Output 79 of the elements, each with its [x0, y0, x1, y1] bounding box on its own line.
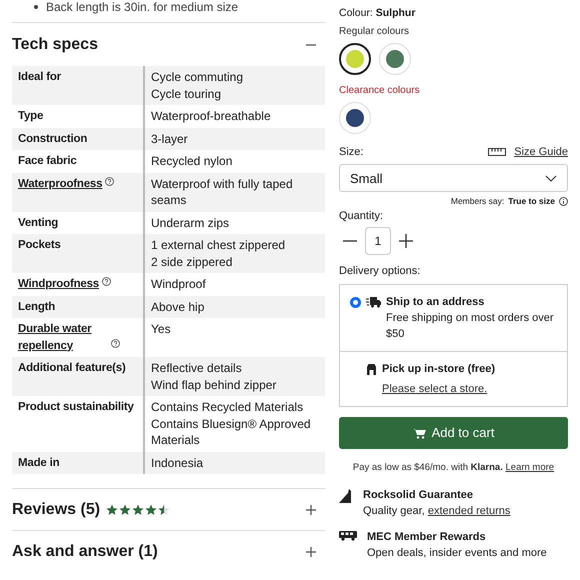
financing-text: Pay as low as $46/mo. with Klarna. [352, 462, 503, 473]
spec-value: Indonesia [151, 454, 204, 471]
help-icon[interactable] [105, 176, 114, 186]
help-icon[interactable] [102, 277, 111, 286]
section-heading[interactable]: Reviews (5) [12, 500, 100, 520]
star-icon [158, 504, 170, 516]
help-icon[interactable] [111, 338, 120, 348]
delivery-label: Delivery options: [339, 264, 422, 278]
spec-value: Cycle commuting [151, 69, 244, 86]
cart-icon [412, 428, 426, 438]
chevron-down-icon [545, 174, 557, 182]
perk-title: MEC Member Rewards [367, 530, 487, 546]
size-dropdown[interactable]: Small [339, 164, 568, 192]
ruler-icon [488, 148, 506, 156]
spec-label: Type [18, 110, 44, 122]
expand-icon[interactable] [305, 504, 317, 516]
spec-value: 2 side zippered [151, 254, 234, 270]
perk-text: Open deals, insider events and more [367, 546, 547, 562]
quantity-field[interactable]: 1 [365, 226, 391, 254]
fit-rating: True to size [508, 195, 555, 208]
spec-value: Waterproof with fully taped seams [151, 176, 294, 208]
star-icon [106, 504, 118, 516]
colour-swatch[interactable] [339, 42, 371, 75]
section-heading[interactable]: Tech specs [12, 34, 98, 54]
info-icon[interactable] [559, 197, 568, 206]
colour-label: Colour: Sulphur [339, 6, 416, 21]
spec-label: Made in [18, 456, 60, 468]
expand-icon[interactable] [305, 546, 317, 558]
spec-link[interactable]: Windproofness [18, 276, 99, 292]
bus-icon [339, 531, 357, 542]
delivery-option-title: Pick up in-store (free) [382, 362, 496, 377]
spec-value: Contains Bluesign® Approved Materials [151, 416, 312, 448]
spec-label: Construction [18, 132, 88, 144]
star-icon [119, 504, 132, 516]
spec-value: Windproof [151, 276, 207, 292]
store-icon [366, 363, 377, 375]
colour-group-label: Clearance colours [339, 84, 421, 98]
colour-group-label: Regular colours [339, 24, 410, 39]
learn-more-link[interactable]: Learn more [506, 462, 554, 473]
size-guide-link[interactable]: Size Guide [514, 144, 568, 160]
spec-value: Cycle touring [151, 86, 222, 102]
spec-value: Yes [151, 321, 172, 338]
delivery-option-detail: Free shipping on most orders over $50 [386, 311, 555, 342]
spec-link[interactable]: Durable water repellency [18, 321, 108, 354]
select-store-link[interactable]: Please select a store. [382, 381, 488, 397]
spec-value: Above hip [151, 298, 206, 315]
spec-value: 3-layer [151, 130, 189, 147]
bullet-icon [34, 5, 38, 9]
radio-button[interactable] [350, 297, 361, 308]
minus-icon [343, 240, 357, 242]
plus-icon [399, 234, 413, 248]
size-label: Size: [339, 144, 364, 160]
star-icon [132, 504, 144, 516]
spec-label: Venting [18, 216, 58, 228]
perk-text: Quality gear, [363, 505, 425, 518]
mountain-icon [339, 489, 353, 504]
members-say-label: Members say: [450, 195, 504, 208]
spec-value: Recycled nylon [151, 153, 234, 170]
spec-label: Pockets [18, 239, 61, 251]
truck-icon [366, 296, 381, 308]
spec-value: Underarm zips [151, 214, 230, 231]
spec-label: Face fabric [18, 155, 77, 167]
spec-label: Ideal for [18, 71, 61, 83]
spec-label: Additional feature(s) [18, 362, 126, 374]
star-icon [145, 504, 158, 516]
bullet-text: Back length is 30in. for medium size [46, 0, 238, 14]
perk-title: Rocksolid Guarantee [363, 488, 474, 504]
spec-value: Reflective details [151, 360, 243, 376]
spec-label: Length [18, 300, 56, 312]
delivery-option-title: Ship to an address [386, 295, 486, 310]
perk-link[interactable]: extended returns [428, 505, 510, 518]
spec-label: Product sustainability [18, 401, 134, 413]
spec-value: Contains Recycled Materials [151, 399, 304, 416]
quantity-label: Quantity: [339, 209, 384, 224]
spec-value: 1 external chest zippered [151, 237, 286, 254]
add-to-cart-button[interactable]: Add to cart [339, 417, 568, 449]
spec-value: Wind flap behind zipper [151, 376, 278, 393]
spec-value: Waterproof-breathable [151, 108, 272, 124]
section-heading[interactable]: Ask and answer (1) [12, 542, 158, 562]
